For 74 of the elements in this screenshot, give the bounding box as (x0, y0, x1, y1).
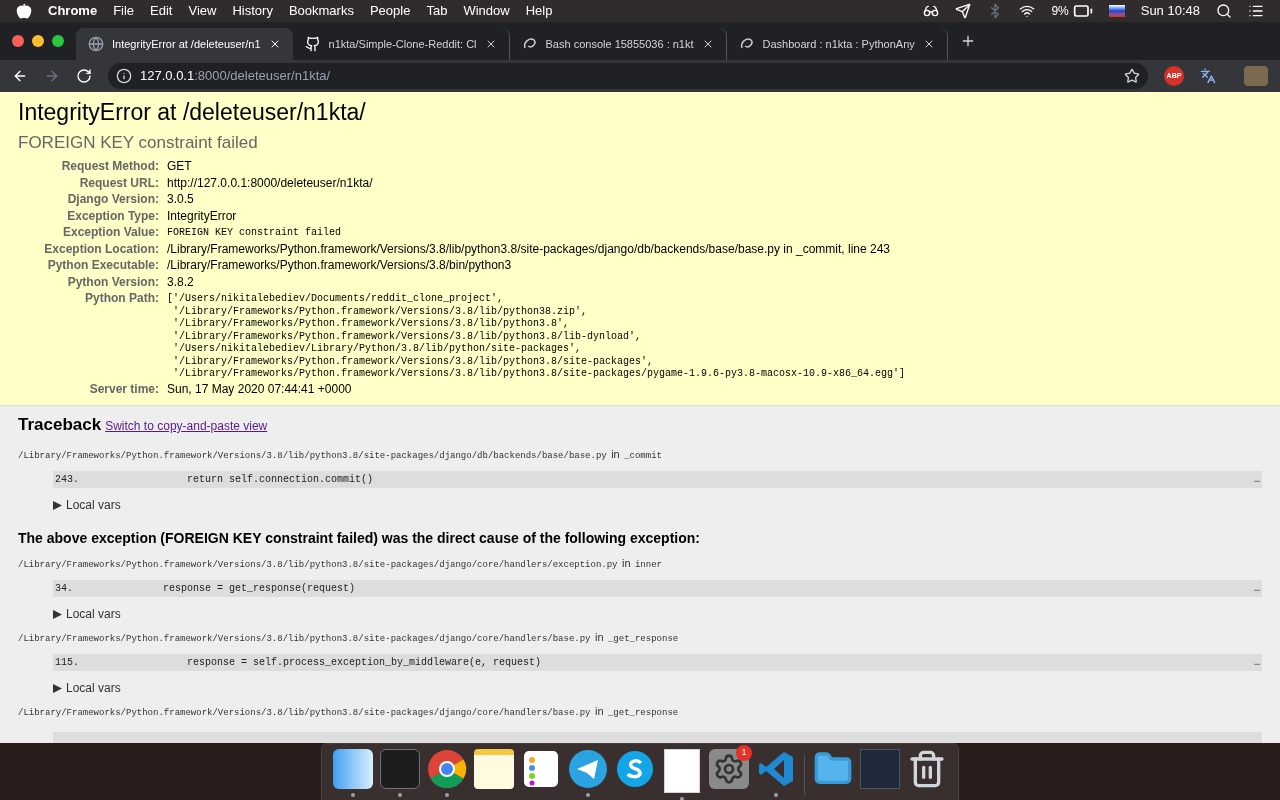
address-field[interactable]: 127.0.0.1:8000/deleteuser/n1kta/ (108, 63, 1148, 89)
close-window-button[interactable] (12, 35, 24, 47)
menu-item[interactable]: Help (525, 1, 553, 21)
menu-item[interactable]: People (369, 1, 411, 21)
triangle-icon (53, 500, 62, 510)
meta-label: Exception Value: (61, 225, 159, 240)
meta-value: FOREIGN KEY constraint failed (167, 226, 342, 240)
flag-icon[interactable] (1108, 5, 1125, 17)
meta-value: Sun, 17 May 2020 07:44:41 +0000 (167, 382, 352, 397)
copy-paste-link[interactable]: Switch to copy-and-paste view (105, 417, 268, 435)
meta-label: Python Path: (84, 291, 159, 306)
github-icon (304, 36, 321, 52)
triangle-icon (53, 609, 62, 619)
menu-item[interactable]: Window (463, 1, 510, 21)
triangle-icon (53, 683, 62, 693)
chat-bubble-icon[interactable] (615, 749, 655, 789)
browser-tab[interactable]: IntegrityError at /deleteuser/n1 (76, 28, 293, 60)
frame-location: /Library/Frameworks/Python.framework/Versions/3.8/lib/python3.8/site-packages/django/core/handlers/base.py in _get_response (18, 704, 680, 720)
meta-label: Server time: (88, 382, 159, 397)
info-icon[interactable] (116, 68, 132, 84)
menu-item[interactable]: Bookmarks (288, 1, 354, 21)
translate-icon[interactable] (1200, 68, 1216, 84)
meta-label: Python Version: (66, 274, 159, 290)
meta-label: Exception Type: (66, 208, 159, 224)
meta-value: /Library/Frameworks/Python.framework/Versions/3.8/lib/python3.8/site-packages/django/db/backends/base/base.py in _commit, line 243 (167, 241, 891, 257)
globe-icon (88, 36, 104, 52)
local-vars-toggle[interactable]: Local vars (53, 605, 121, 623)
meta-value: IntegrityError (167, 208, 237, 224)
terminal-icon[interactable] (380, 749, 420, 789)
meta-value: /Library/Frameworks/Python.framework/Versions/3.8/bin/python3 (167, 258, 512, 273)
menu-item[interactable]: File (113, 1, 135, 21)
browser-icon[interactable] (427, 749, 467, 789)
meta-label: Exception Location: (43, 241, 159, 257)
menu-item[interactable]: Tab (426, 1, 448, 21)
meta-value: 3.8.2 (167, 274, 194, 290)
meta-label: Django Version: (66, 192, 159, 207)
local-vars-toggle[interactable]: Local vars (53, 496, 121, 514)
meta-value: http://127.0.0.1:8000/deleteuser/n1kta/ (167, 175, 373, 191)
menu-item[interactable]: Chrome (48, 1, 98, 21)
list-icon[interactable] (1248, 3, 1264, 19)
menu-item[interactable]: Edit (150, 1, 173, 21)
battery-percent: 9% (1051, 3, 1069, 20)
traceback-heading: Traceback (18, 414, 102, 436)
bookmark-star-icon[interactable] (1124, 68, 1140, 84)
menu-item[interactable]: History (232, 1, 273, 21)
meta-value: ['/Users/nikitalebediev/Documents/reddit_clone_project', '/Library/Frameworks/Python.framework/Versions/3.8/lib/python38.zip', '/Library/Frameworks/Python.framework/Versions/3.8/lib/python3.8', '/Library/Frameworks/Python.framework/Versions/3.8/lib/python3.8/lib-dynload', '/Users/nikitalebediev/Library/Python/3.8/lib/python/site-packages', '/Library/Frameworks/Python.framework/Versions/3.8/lib/python3.8/site-packages', '/Library/Frameworks/Python.framework/Versions/3.8/lib/python3.8/site-packages/pygame-1.9.6-py3.8-macosx-10.9-x86_64.egg'] (167, 292, 906, 381)
paper-plane-icon[interactable] (568, 749, 608, 789)
meta-value: GET (167, 159, 192, 174)
local-vars-toggle[interactable]: Local vars (53, 679, 121, 697)
meta-value: 3.0.5 (167, 192, 194, 207)
reload-icon[interactable] (76, 68, 92, 84)
notification-badge: 1 (736, 745, 752, 761)
back-icon[interactable] (12, 68, 28, 84)
frame-location: /Library/Frameworks/Python.framework/Versions/3.8/lib/python3.8/site-packages/django/core/handlers/base.py in _get_response (18, 630, 680, 646)
search-icon[interactable] (1216, 3, 1232, 19)
checklist-icon[interactable] (521, 749, 561, 789)
minimize-window-button[interactable] (32, 35, 44, 47)
code-editor-icon[interactable] (756, 749, 796, 789)
paper-plane-icon[interactable] (955, 3, 972, 19)
meta-label: Request URL: (78, 175, 159, 191)
frame-location: /Library/Frameworks/Python.framework/Versions/3.8/lib/python3.8/site-packages/django/core/handlers/exception.py in inner (18, 556, 663, 572)
glasses-icon[interactable] (923, 3, 940, 19)
apple-icon[interactable] (16, 3, 32, 19)
cause-heading: The above exception (FOREIGN KEY constraint failed) was the direct cause of the following exception: (18, 529, 701, 548)
meta-label: Request Method: (60, 159, 159, 174)
frame-location: /Library/Frameworks/Python.framework/Versions/3.8/lib/python3.8/site-packages/django/db/backends/base/base.py in _commit (18, 447, 663, 463)
wifi-icon[interactable] (1019, 3, 1036, 19)
error-title: IntegrityError at /deleteuser/n1kta/ (18, 98, 367, 126)
clock[interactable]: Sun 10:48 (1140, 1, 1200, 21)
menu-item[interactable]: View (188, 1, 217, 21)
error-subtitle: FOREIGN KEY constraint failed (18, 133, 259, 153)
maximize-window-button[interactable] (52, 35, 64, 47)
meta-label: Python Executable: (46, 258, 159, 273)
settings-icon[interactable] (709, 749, 749, 789)
